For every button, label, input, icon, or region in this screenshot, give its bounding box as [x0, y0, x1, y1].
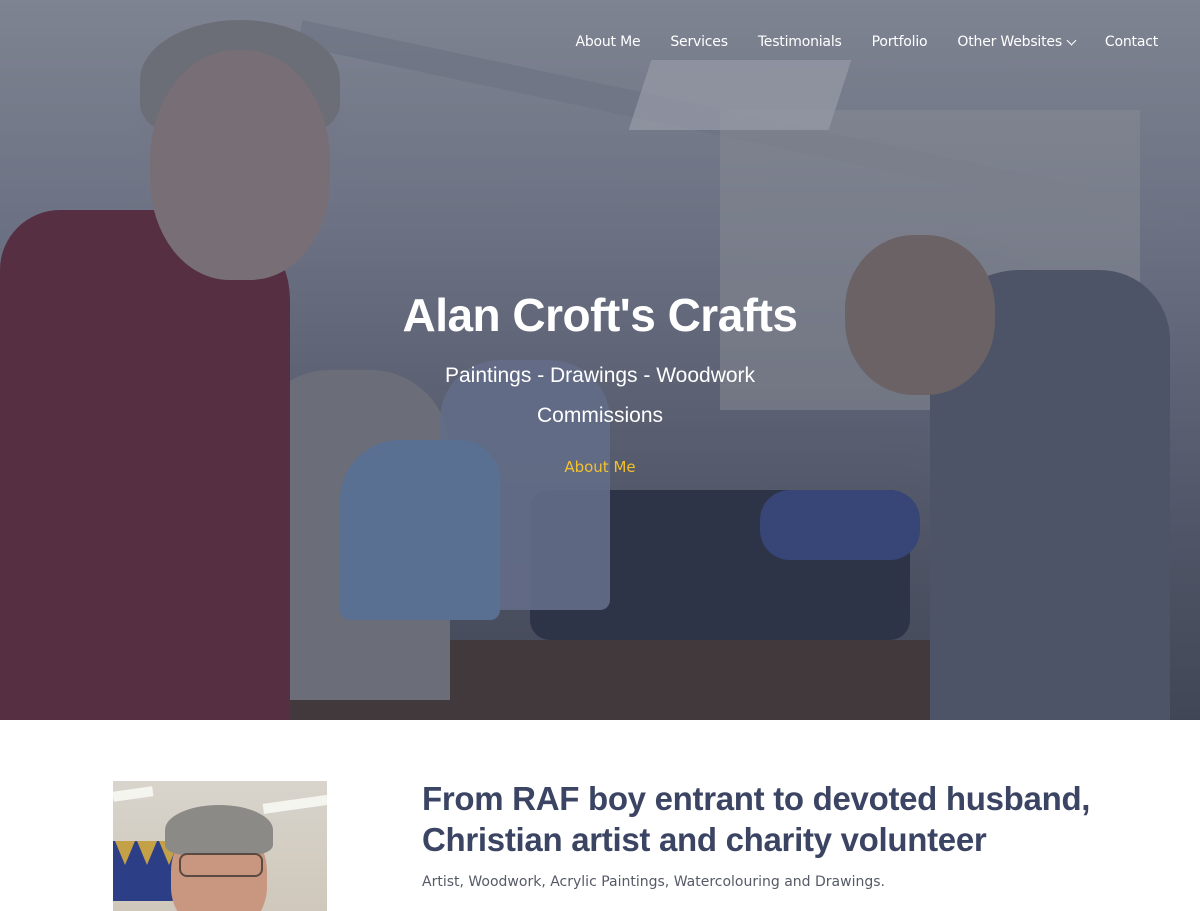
hero-text: Alan Croft's Crafts Paintings - Drawings…	[0, 288, 1200, 476]
intro-heading: From RAF boy entrant to devoted husband,…	[422, 780, 1091, 858]
intro-section: From RAF boy entrant to devoted husband,…	[0, 720, 1200, 911]
alan-portrait-image	[113, 781, 327, 911]
nav-portfolio[interactable]: Portfolio	[872, 34, 928, 50]
hero-title: Alan Croft's Crafts	[402, 289, 798, 341]
nav-testimonials[interactable]: Testimonials	[758, 34, 842, 50]
hero-section: About Me Services Testimonials Portfolio…	[0, 0, 1200, 720]
nav-services[interactable]: Services	[670, 34, 728, 50]
hero-about-me-link[interactable]: About Me	[564, 458, 635, 476]
nav-about-me[interactable]: About Me	[575, 34, 640, 50]
nav-contact[interactable]: Contact	[1105, 34, 1158, 50]
intro-article: From RAF boy entrant to devoted husband,…	[422, 778, 1140, 890]
nav-other-websites-label: Other Websites	[957, 34, 1062, 50]
nav-other-websites[interactable]: Other Websites	[957, 34, 1077, 50]
main-navigation: About Me Services Testimonials Portfolio…	[575, 0, 1158, 84]
hero-subtitle: Paintings - Drawings - Woodwork	[444, 364, 756, 387]
chevron-down-icon	[1066, 35, 1077, 45]
intro-subheading: Artist, Woodwork, Acrylic Paintings, Wat…	[422, 874, 885, 890]
hero-subtitle-commissions: Commissions	[536, 404, 664, 427]
